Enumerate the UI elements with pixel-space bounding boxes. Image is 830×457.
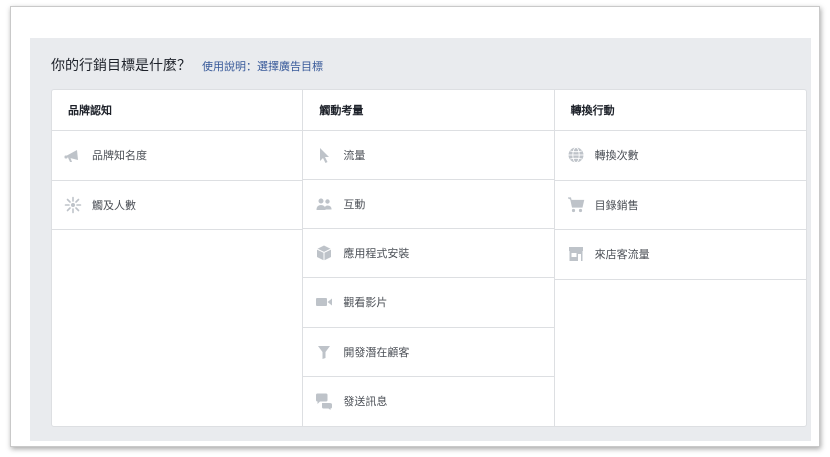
objective-label: 互動: [343, 198, 366, 212]
objective-label: 目錄銷售: [594, 198, 639, 212]
question-row: 你的行銷目標是什麼？ 使用說明：選擇廣告目標: [51, 55, 323, 75]
video-camera-icon: [315, 293, 333, 311]
objective-store-traffic[interactable]: 來店客流量: [554, 230, 806, 280]
cursor-icon: [315, 146, 333, 164]
people-icon: [315, 195, 333, 213]
objective-label: 來店客流量: [594, 248, 650, 262]
objective-label: 品牌知名度: [92, 149, 147, 163]
objective-messages[interactable]: 發送訊息: [303, 377, 553, 426]
megaphone-icon: [64, 146, 82, 164]
objective-label: 觸及人數: [92, 198, 136, 212]
column-consideration: 觸動考量 流量 互動 應用程式安裝 觀看影片 開發潛在顧客 發送訊息: [303, 90, 555, 426]
burst-icon: [64, 196, 82, 214]
objective-label: 應用程式安裝: [343, 247, 410, 261]
globe-icon: [567, 146, 585, 164]
shopping-cart-icon: [567, 196, 585, 214]
objective-brand-awareness[interactable]: 品牌知名度: [52, 131, 303, 181]
objective-label: 流量: [343, 148, 366, 162]
objective-catalog-sales[interactable]: 目錄銷售: [554, 181, 806, 230]
objective-conversions[interactable]: 轉換次數: [554, 131, 806, 181]
screenshot-frame: 你的行銷目標是什麼？ 使用說明：選擇廣告目標 品牌認知 品牌知名度 觸及人數 觸…: [10, 6, 820, 447]
objective-video-views[interactable]: 觀看影片: [303, 278, 554, 328]
objective-engagement[interactable]: 互動: [303, 180, 554, 230]
column-awareness: 品牌認知 品牌知名度 觸及人數: [52, 90, 304, 426]
objective-traffic[interactable]: 流量: [303, 131, 554, 180]
objective-label: 轉換次數: [594, 149, 639, 163]
help-link[interactable]: 使用說明：選擇廣告目標: [202, 58, 323, 74]
objective-label: 開發潛在顧客: [343, 345, 410, 359]
objective-label: 觀看影片: [343, 296, 388, 310]
column-header-conversion: 轉換行動: [554, 90, 806, 131]
objective-grid: 品牌認知 品牌知名度 觸及人數 觸動考量 流量 互動 應用程式安裝 觀看影片 開…: [51, 89, 807, 427]
column-header-awareness: 品牌認知: [52, 90, 303, 131]
column-header-consideration: 觸動考量: [303, 90, 554, 131]
objective-reach[interactable]: 觸及人數: [52, 181, 303, 230]
cube-icon: [315, 244, 333, 262]
objective-app-installs[interactable]: 應用程式安裝: [303, 229, 554, 279]
column-conversion: 轉換行動 轉換次數 目錄銷售 來店客流量: [554, 90, 806, 426]
funnel-icon: [315, 343, 333, 361]
objective-lead-generation[interactable]: 開發潛在顧客: [303, 328, 554, 377]
storefront-icon: [567, 245, 585, 263]
objective-label: 發送訊息: [343, 395, 388, 409]
chat-bubbles-icon: [315, 392, 333, 411]
question-title: 你的行銷目標是什麼？: [51, 58, 191, 74]
objective-panel: 你的行銷目標是什麼？ 使用說明：選擇廣告目標 品牌認知 品牌知名度 觸及人數 觸…: [30, 38, 811, 441]
